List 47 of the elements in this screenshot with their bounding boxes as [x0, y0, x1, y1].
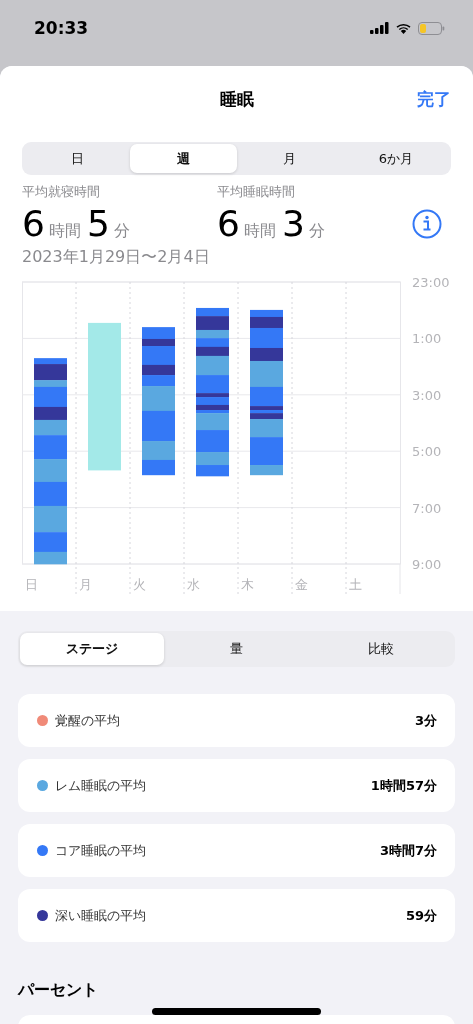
info-icon[interactable]	[412, 209, 442, 239]
average-value: 3分	[414, 711, 437, 730]
stat-label: 平均就寝時間	[22, 183, 101, 201]
average-label: コア睡眠の平均	[55, 841, 147, 860]
stat-unit: 時間	[48, 221, 81, 242]
time-label: 23:00	[412, 275, 450, 290]
average-value: 3時間7分	[379, 841, 437, 860]
average-label: 覚醒の平均	[55, 711, 121, 730]
done-button[interactable]: 完了	[417, 88, 451, 111]
stat-number: 3	[281, 203, 305, 245]
average-label: 深い睡眠の平均	[55, 906, 147, 925]
stat-unit: 分	[308, 221, 325, 242]
sheet-title: 睡眠	[219, 87, 254, 111]
stat-number: 6	[217, 203, 240, 245]
battery-icon	[418, 21, 445, 35]
view-tab[interactable]: ステージ	[20, 633, 165, 665]
day-label: 火	[133, 577, 146, 592]
section-title: パーセント	[18, 980, 99, 1001]
time-label: 7:00	[412, 500, 442, 516]
stat-number: 6	[22, 203, 45, 245]
range-tab[interactable]: 週	[130, 144, 237, 173]
time-label: 1:00	[412, 331, 442, 347]
range-tab[interactable]: 日	[24, 144, 131, 173]
day-label: 月	[79, 577, 92, 592]
average-value: 1時間57分	[370, 776, 437, 795]
stat-number: 5	[86, 203, 110, 245]
average-value: 59分	[405, 906, 437, 925]
day-label: 日	[25, 577, 38, 592]
range-tab[interactable]: 6か月	[342, 144, 449, 173]
time-label: 3:00	[412, 387, 442, 403]
day-label: 金	[295, 577, 308, 592]
time-label: 5:00	[412, 444, 442, 460]
day-label: 土	[349, 577, 362, 592]
view-tab[interactable]: 量	[164, 633, 309, 665]
stat-label: 平均睡眠時間	[217, 183, 296, 201]
view-tab[interactable]: 比較	[308, 633, 453, 665]
signal-icon	[370, 22, 389, 34]
time-label: 9:00	[412, 557, 442, 572]
stat-unit: 分	[113, 221, 130, 242]
day-label: 木	[241, 577, 254, 592]
stat-unit: 時間	[243, 221, 276, 242]
status-time: 20:33	[34, 18, 89, 38]
day-label: 水	[187, 577, 200, 592]
wifi-icon	[395, 22, 412, 34]
range-tab[interactable]: 月	[236, 144, 343, 173]
average-label: レム睡眠の平均	[55, 776, 147, 795]
date-range: 2023年1月29日〜2月4日	[21, 247, 211, 268]
